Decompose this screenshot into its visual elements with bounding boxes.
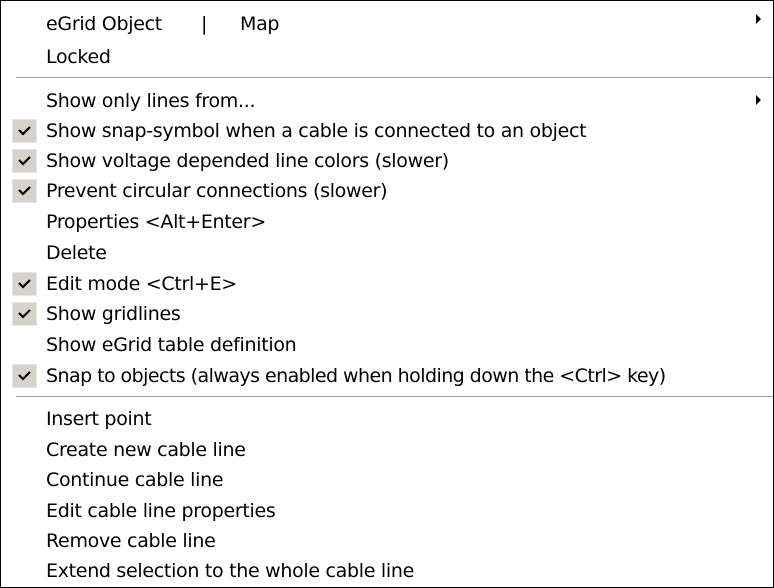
menu-item-snap-objects[interactable]: Snap to objects (always enabled when hol… [1,360,773,391]
header-divider: | [201,13,208,35]
insert-point-label: Insert point [46,407,152,430]
extend-selection-label: Extend selection to the whole cable line [46,559,414,582]
menu-item-edit-mode[interactable]: Edit mode <Ctrl+E> [1,268,773,299]
checkmark-icon [12,301,37,326]
menu-item-delete[interactable]: Delete [1,237,773,268]
checkmark-icon [12,271,37,296]
menu-item-voltage-colors[interactable]: Show voltage depended line colors (slowe… [1,145,773,176]
menu-item-prevent-circular[interactable]: Prevent circular connections (slower) [1,175,773,206]
checkmark-icon [12,148,37,173]
snap-symbol-label: Show snap-symbol when a cable is connect… [46,119,587,142]
prevent-circular-label: Prevent circular connections (slower) [46,179,388,202]
checkmark-icon [12,363,37,388]
snap-objects-label: Snap to objects (always enabled when hol… [46,364,666,387]
delete-label: Delete [46,241,107,264]
menu-item-insert-point[interactable]: Insert point [1,403,773,434]
menu-item-egrid-object[interactable]: eGrid Object | Map [1,9,773,40]
checkmark-icon [12,118,37,143]
menu-item-edit-cable-properties[interactable]: Edit cable line properties [1,495,773,526]
create-cable-label: Create new cable line [46,438,246,461]
menu-item-create-cable[interactable]: Create new cable line [1,434,773,465]
properties-label: Properties <Alt+Enter> [46,210,266,233]
table-definition-label: Show eGrid table definition [46,333,297,356]
show-gridlines-label: Show gridlines [46,302,181,325]
submenu-arrow-icon [756,95,761,105]
show-only-lines-label: Show only lines from... [46,89,256,112]
map-label: Map [240,13,280,35]
menu-item-show-only-lines[interactable]: Show only lines from... [1,85,773,116]
remove-cable-label: Remove cable line [46,529,216,552]
menu-item-properties[interactable]: Properties <Alt+Enter> [1,206,773,237]
edit-mode-label: Edit mode <Ctrl+E> [46,272,237,295]
menu-item-extend-selection[interactable]: Extend selection to the whole cable line [1,555,773,586]
continue-cable-label: Continue cable line [46,468,224,491]
menu-item-locked[interactable]: Locked [1,41,773,72]
checkmark-icon [12,178,37,203]
menu-item-table-definition[interactable]: Show eGrid table definition [1,329,773,360]
menu-item-show-gridlines[interactable]: Show gridlines [1,298,773,329]
locked-label: Locked [46,45,111,68]
menu-item-snap-symbol[interactable]: Show snap-symbol when a cable is connect… [1,115,773,146]
menu-item-remove-cable[interactable]: Remove cable line [1,525,773,556]
egrid-object-label: eGrid Object [46,13,162,35]
menu-separator [16,77,773,79]
context-menu: eGrid Object | Map Locked Show only line… [0,0,774,588]
voltage-colors-label: Show voltage depended line colors (slowe… [46,149,449,172]
edit-cable-properties-label: Edit cable line properties [46,499,276,522]
menu-item-continue-cable[interactable]: Continue cable line [1,464,773,495]
menu-separator [16,396,773,398]
submenu-arrow-icon [756,14,761,24]
